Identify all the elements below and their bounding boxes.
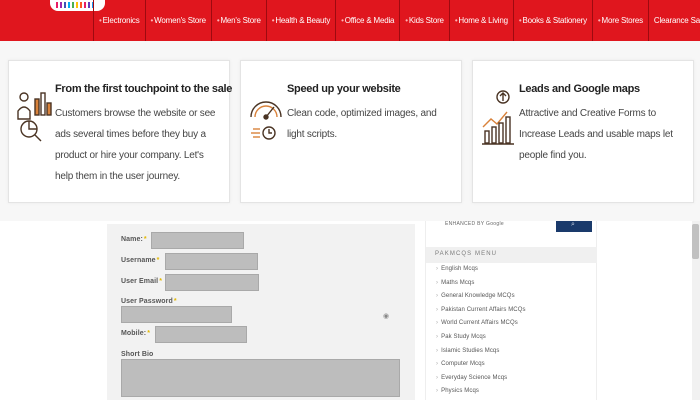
sidebar-menu-item[interactable]: › Maths Mcqs [436, 280, 526, 294]
scrollbar-thumb[interactable] [692, 224, 699, 259]
username-label: Username* [121, 257, 160, 264]
search-button[interactable]: ⌕ [556, 221, 592, 232]
feature-text: Attractive and Creative Forms to Increas… [519, 108, 673, 161]
nav-item-kids-store[interactable]: • Kids Store [399, 0, 449, 41]
nav-item-home-living[interactable]: • Home & Living [448, 0, 513, 41]
feature-title: Leads and Google maps [519, 83, 640, 95]
nav-item-womens-store[interactable]: • Women's Store [144, 0, 211, 41]
feature-text: Customers browse the website or see ads … [55, 108, 216, 182]
feature-title: From the first touchpoint to the sale [55, 83, 233, 95]
sidebar-menu-title: PAKMCQS MENU [435, 251, 498, 257]
nav-item-more-stores[interactable]: • More Stores [591, 0, 648, 41]
password-field[interactable] [121, 306, 232, 323]
nav-item-label: Women's Store [154, 16, 206, 25]
content-section: Name:* Username* User Email* User Passwo… [0, 221, 700, 400]
sidebar-menu-item[interactable]: › Everyday Science Mcqs [436, 375, 526, 389]
name-label: Name:* [121, 236, 147, 243]
search-icon: ⌕ [571, 221, 575, 228]
feature-card-leads: Leads and Google maps Attractive and Cre… [472, 60, 694, 203]
eye-icon[interactable]: ◉ [383, 312, 389, 320]
sidebar-menu-item[interactable]: › World Current Affairs MCQs [436, 320, 526, 334]
nav-item-office-media[interactable]: • Office & Media [335, 0, 399, 41]
nav-item-label: Electronics [102, 16, 140, 25]
nav-item-label: Books & Stationery [522, 16, 587, 25]
email-field[interactable] [165, 274, 259, 291]
nav-item-label: Health & Beauty [275, 16, 331, 25]
email-label: User Email* [121, 278, 163, 285]
sidebar-menu-item[interactable]: › Computer Mcqs [436, 361, 526, 375]
password-label: User Password* [121, 298, 177, 305]
feature-card-touchpoint: From the first touchpoint to the sale Cu… [8, 60, 233, 203]
bio-label: Short Bio [121, 351, 154, 358]
username-field[interactable] [165, 253, 258, 270]
nav-item-label: Home & Living [458, 16, 508, 25]
powered-by-google: ENHANCED BY Google [445, 221, 504, 227]
nav-item-mens-store[interactable]: • Men's Store [210, 0, 266, 41]
sidebar: ENHANCED BY Google ⌕ PAKMCQS MENU › Engli… [425, 221, 597, 400]
sidebar-menu-item[interactable]: › Pak Study Mcqs [436, 334, 526, 348]
sidebar-menu-item[interactable]: › Pakistan Current Affairs MCQs [436, 307, 526, 321]
features-section: From the first touchpoint to the sale Cu… [0, 41, 700, 221]
mobile-field[interactable] [155, 326, 247, 343]
nav-item-clearance-sale[interactable]: Clearance Sale 2022 [647, 0, 700, 41]
feature-text: Clean code, optimized images, and light … [287, 108, 437, 140]
sidebar-menu-header: PAKMCQS MENU [426, 247, 597, 263]
nav-item-label: Clearance Sale 2022 [653, 16, 700, 25]
sidebar-menu-list: › English Mcqs › Maths Mcqs › General Knowl… [436, 266, 526, 402]
top-navigation-bar: • Electronics • Women's Store • Men's Store… [0, 0, 700, 41]
sidebar-menu-item[interactable]: › English Mcqs [436, 266, 526, 280]
nav-item-label: Men's Store [220, 16, 261, 25]
speedometer-icon [250, 101, 282, 140]
nav-item-books-stationery[interactable]: • Books & Stationery [512, 0, 592, 41]
nav-item-health-beauty[interactable]: • Health & Beauty [265, 0, 335, 41]
feature-title: Speed up your website [287, 83, 401, 95]
feature-card-speed: Speed up your website Clean code, optimi… [240, 60, 462, 203]
sidebar-menu-item[interactable]: › General Knowledge MCQs [436, 293, 526, 307]
nav-item-label: Office & Media [344, 16, 395, 25]
nav-item-label: Kids Store [408, 16, 444, 25]
bio-textarea[interactable] [121, 359, 400, 397]
growth-chart-icon [482, 90, 514, 145]
nav-item-electronics[interactable]: • Electronics [93, 0, 145, 41]
analytics-person-icon [17, 92, 52, 142]
nav-item-label: More Stores [601, 16, 644, 25]
registration-form: Name:* Username* User Email* User Passwo… [107, 224, 415, 400]
name-field[interactable] [151, 232, 244, 249]
mobile-label: Mobile:* [121, 330, 151, 337]
sidebar-menu-item[interactable]: › Islamic Studies Mcqs [436, 348, 526, 362]
